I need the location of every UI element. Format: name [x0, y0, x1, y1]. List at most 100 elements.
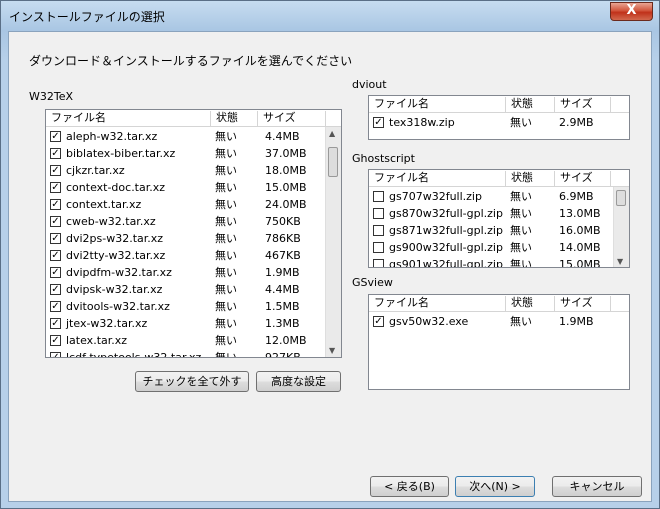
checkbox-checked[interactable] — [50, 318, 61, 329]
checkbox-checked[interactable] — [50, 199, 61, 210]
list-item[interactable]: dvitools-w32.tar.xz 無い 1.5MB — [46, 298, 341, 315]
checkbox-unchecked[interactable] — [373, 208, 384, 219]
checkbox-checked[interactable] — [50, 335, 61, 346]
checkbox-checked[interactable] — [50, 216, 61, 227]
file-size: 1.9MB — [559, 315, 594, 328]
checkbox-checked[interactable] — [50, 165, 61, 176]
file-name: dvi2tty-w32.tar.xz — [66, 249, 166, 262]
window-title: インストールファイルの選択 — [9, 10, 165, 24]
checkbox-checked[interactable] — [50, 267, 61, 278]
column-header-filename[interactable]: ファイル名 — [46, 111, 211, 126]
ghostscript-list-header: ファイル名 状態 サイズ — [369, 170, 629, 187]
list-item[interactable]: dvipdfm-w32.tar.xz 無い 1.9MB — [46, 264, 341, 281]
installer-window: インストールファイルの選択 X ダウンロード＆インストールするファイルを選んでく… — [0, 0, 660, 509]
scroll-up-arrow-icon[interactable]: ▲ — [329, 129, 335, 138]
next-button[interactable]: 次へ(N) > — [455, 476, 535, 497]
file-status: 無い — [510, 207, 532, 220]
list-item[interactable]: lcdf-typetools-w32.tar.xz 無い 927KB — [46, 349, 341, 358]
checkbox-checked[interactable] — [50, 301, 61, 312]
file-size: 1.3MB — [265, 317, 300, 330]
list-item[interactable]: cjkzr.tar.xz 無い 18.0MB — [46, 162, 341, 179]
list-item[interactable]: context.tar.xz 無い 24.0MB — [46, 196, 341, 213]
ghostscript-scrollbar[interactable]: ▼ — [613, 187, 629, 267]
column-header-size[interactable]: サイズ — [555, 171, 611, 186]
column-header-size[interactable]: サイズ — [258, 111, 326, 126]
checkbox-checked[interactable] — [50, 352, 61, 357]
column-header-size[interactable]: サイズ — [555, 296, 611, 311]
close-button[interactable]: X — [610, 2, 653, 21]
file-size: 927KB — [265, 351, 301, 358]
list-item[interactable]: dvipsk-w32.tar.xz 無い 4.4MB — [46, 281, 341, 298]
checkbox-checked[interactable] — [373, 117, 384, 128]
file-name: tex318w.zip — [389, 116, 455, 129]
title-bar[interactable]: インストールファイルの選択 X — [1, 1, 659, 31]
file-status: 無い — [510, 241, 532, 254]
checkbox-checked[interactable] — [50, 182, 61, 193]
column-header-status[interactable]: 状態 — [506, 97, 555, 112]
file-status: 無い — [510, 190, 532, 203]
w32tex-group-label: W32TeX — [29, 90, 74, 103]
file-name: gs871w32full-gpl.zip — [389, 224, 503, 237]
w32tex-list-header: ファイル名 状態 サイズ — [46, 110, 341, 127]
cancel-button[interactable]: キャンセル — [552, 476, 642, 497]
dialog-client-area: ダウンロード＆インストールするファイルを選んでください W32TeX ファイル名… — [8, 31, 652, 502]
checkbox-checked[interactable] — [50, 233, 61, 244]
list-item[interactable]: context-doc.tar.xz 無い 15.0MB — [46, 179, 341, 196]
checkbox-checked[interactable] — [50, 131, 61, 142]
file-name: gs870w32full-gpl.zip — [389, 207, 503, 220]
file-name: biblatex-biber.tar.xz — [66, 147, 176, 160]
list-item[interactable]: aleph-w32.tar.xz 無い 4.4MB — [46, 128, 341, 145]
file-status: 無い — [215, 130, 237, 143]
checkbox-unchecked[interactable] — [373, 242, 384, 253]
column-header-filename[interactable]: ファイル名 — [369, 97, 506, 112]
w32tex-file-list[interactable]: ファイル名 状態 サイズ aleph-w32.tar.xz 無い 4.4MB bibl… — [45, 109, 342, 358]
scroll-thumb[interactable] — [616, 190, 626, 206]
scroll-down-arrow-icon[interactable]: ▼ — [329, 346, 335, 355]
w32tex-scrollbar[interactable]: ▲ ▼ — [325, 127, 341, 357]
checkbox-unchecked[interactable] — [373, 191, 384, 202]
column-header-filename[interactable]: ファイル名 — [369, 296, 506, 311]
list-item[interactable]: gsv50w32.exe 無い 1.9MB — [369, 313, 629, 330]
list-item[interactable]: gs871w32full-gpl.zip 無い 16.0MB — [369, 222, 629, 239]
ghostscript-file-list[interactable]: ファイル名 状態 サイズ gs707w32full.zip 無い 6.9MB gs87… — [368, 169, 630, 268]
list-item[interactable]: gs901w32full-gpl.zip 無い 15.0MB — [369, 256, 629, 268]
list-item[interactable]: dvi2ps-w32.tar.xz 無い 786KB — [46, 230, 341, 247]
list-item[interactable]: gs870w32full-gpl.zip 無い 13.0MB — [369, 205, 629, 222]
column-header-size[interactable]: サイズ — [555, 97, 611, 112]
file-status: 無い — [215, 147, 237, 160]
list-item[interactable]: jtex-w32.tar.xz 無い 1.3MB — [46, 315, 341, 332]
checkbox-checked[interactable] — [50, 148, 61, 159]
file-name: lcdf-typetools-w32.tar.xz — [66, 351, 202, 358]
dviout-group-label: dviout — [352, 78, 387, 91]
checkbox-unchecked[interactable] — [373, 225, 384, 236]
list-item[interactable]: dvi2tty-w32.tar.xz 無い 467KB — [46, 247, 341, 264]
file-name: context.tar.xz — [66, 198, 142, 211]
checkbox-checked[interactable] — [50, 250, 61, 261]
checkbox-unchecked[interactable] — [373, 259, 384, 267]
list-item[interactable]: tex318w.zip 無い 2.9MB — [369, 114, 629, 131]
file-name: context-doc.tar.xz — [66, 181, 166, 194]
file-size: 15.0MB — [559, 258, 601, 268]
checkbox-checked[interactable] — [50, 284, 61, 295]
uncheck-all-button[interactable]: チェックを全て外す — [135, 371, 249, 392]
checkbox-checked[interactable] — [373, 316, 384, 327]
file-size: 1.5MB — [265, 300, 300, 313]
advanced-settings-button[interactable]: 高度な設定 — [256, 371, 341, 392]
list-item[interactable]: biblatex-biber.tar.xz 無い 37.0MB — [46, 145, 341, 162]
column-header-status[interactable]: 状態 — [506, 296, 555, 311]
file-status: 無い — [510, 258, 532, 268]
scroll-down-arrow-icon[interactable]: ▼ — [617, 257, 623, 266]
column-header-status[interactable]: 状態 — [506, 171, 555, 186]
scroll-thumb[interactable] — [328, 147, 338, 177]
column-header-filename[interactable]: ファイル名 — [369, 171, 506, 186]
gsview-file-list[interactable]: ファイル名 状態 サイズ gsv50w32.exe 無い 1.9MB — [368, 294, 630, 390]
column-header-status[interactable]: 状態 — [211, 111, 258, 126]
list-item[interactable]: cweb-w32.tar.xz 無い 750KB — [46, 213, 341, 230]
list-item[interactable]: latex.tar.xz 無い 12.0MB — [46, 332, 341, 349]
back-button[interactable]: < 戻る(B) — [370, 476, 449, 497]
file-size: 13.0MB — [559, 207, 601, 220]
dviout-file-list[interactable]: ファイル名 状態 サイズ tex318w.zip 無い 2.9MB — [368, 95, 630, 140]
list-item[interactable]: gs707w32full.zip 無い 6.9MB — [369, 188, 629, 205]
file-name: gsv50w32.exe — [389, 315, 469, 328]
list-item[interactable]: gs900w32full-gpl.zip 無い 14.0MB — [369, 239, 629, 256]
